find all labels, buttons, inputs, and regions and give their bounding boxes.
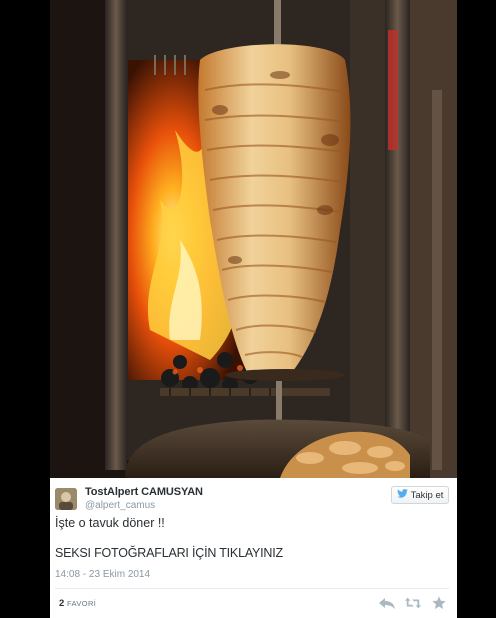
follow-button[interactable]: Takip et [391, 486, 449, 504]
divider [55, 588, 449, 589]
twitter-bird-icon [396, 489, 408, 501]
retweet-icon[interactable] [405, 596, 421, 610]
author-name[interactable]: TostAlpert CAMUSYAN [85, 486, 203, 498]
avatar-image [55, 488, 77, 510]
tweet-timestamp[interactable]: 14:08 - 23 Ekim 2014 [55, 569, 150, 580]
author-handle[interactable]: @alpert_camus [85, 500, 155, 511]
left-black-bar [0, 0, 50, 618]
tweet-embed-frame: TostAlpert CAMUSYAN @alpert_camus Takip … [0, 0, 496, 618]
doner-photo-illustration [50, 0, 457, 478]
tweet-link-text[interactable]: SEKSI FOTOĞRAFLARI İÇİN TIKLAYINIZ [55, 546, 283, 560]
tweet-actions [379, 596, 447, 610]
tweet-text: İşte o tavuk döner !! [55, 516, 165, 530]
star-icon[interactable] [431, 596, 447, 610]
tweet-photo[interactable] [50, 0, 457, 478]
favorites-label: FAVORİ [66, 599, 97, 608]
reply-icon[interactable] [379, 596, 395, 610]
avatar[interactable] [55, 488, 77, 510]
follow-button-label: Takip et [410, 489, 444, 501]
favorites-stat[interactable]: 2 FAVORİ [59, 598, 96, 609]
tweet-card: TostAlpert CAMUSYAN @alpert_camus Takip … [50, 478, 457, 618]
favorites-count: 2 [59, 598, 65, 609]
right-black-bar [457, 0, 496, 618]
